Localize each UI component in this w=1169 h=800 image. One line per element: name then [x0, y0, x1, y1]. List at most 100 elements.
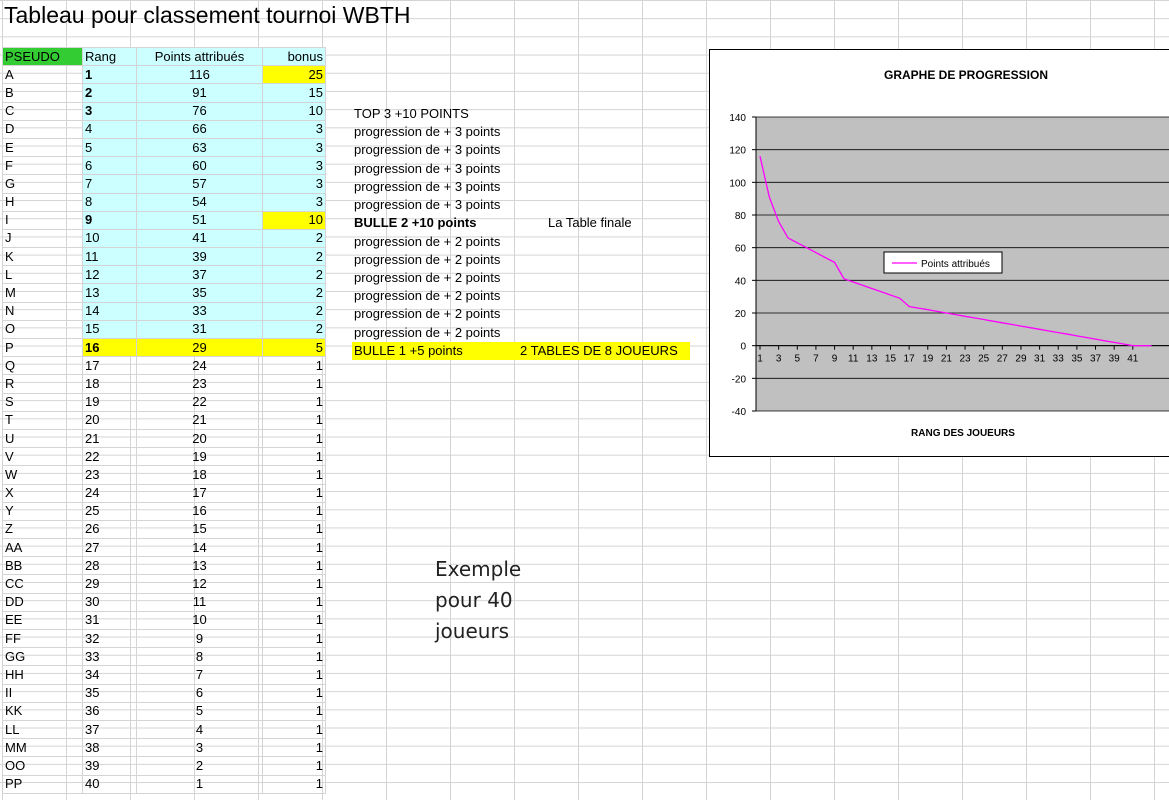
cell-points[interactable]: 8 [136, 647, 263, 667]
cell-points[interactable]: 2 [136, 756, 263, 776]
cell-pseudo[interactable]: Z [2, 519, 83, 540]
cell-bonus[interactable]: 10 [262, 210, 326, 230]
cell-bonus[interactable]: 1 [262, 738, 326, 758]
cell-pseudo[interactable]: G [2, 174, 83, 194]
cell-rang[interactable]: 18 [82, 374, 137, 394]
cell-pseudo[interactable]: T [2, 410, 83, 430]
cell-bonus[interactable]: 3 [262, 119, 326, 139]
cell-points[interactable]: 29 [136, 337, 263, 358]
cell-bonus[interactable]: 1 [262, 756, 326, 776]
cell-pseudo[interactable]: Q [2, 356, 83, 376]
cell-pseudo[interactable]: FF [2, 628, 83, 649]
cell-bonus[interactable]: 25 [262, 65, 326, 85]
cell-pseudo[interactable]: OO [2, 756, 83, 776]
cell-points[interactable]: 24 [136, 356, 263, 376]
note-table-finale[interactable]: La Table finale [548, 214, 632, 232]
cell-rang[interactable]: 12 [82, 265, 137, 285]
note-top3[interactable]: TOP 3 +10 POINTS [352, 105, 469, 123]
cell-pseudo[interactable]: L [2, 265, 83, 285]
header-pseudo[interactable]: PSEUDO [2, 46, 83, 67]
cell-rang[interactable]: 24 [82, 483, 137, 503]
note-progression-3[interactable]: progression de + 3 points [352, 196, 500, 214]
cell-bonus[interactable]: 2 [262, 247, 326, 267]
progression-chart[interactable]: GRAPHE DE PROGRESSION 140 120 100 80 60 40 20 0… [709, 49, 1169, 457]
cell-rang[interactable]: 27 [82, 538, 137, 558]
cell-pseudo[interactable]: A [2, 65, 83, 85]
cell-points[interactable]: 39 [136, 247, 263, 267]
cell-bonus[interactable]: 1 [262, 610, 326, 631]
cell-points[interactable]: 57 [136, 174, 263, 194]
cell-points[interactable]: 20 [136, 428, 263, 449]
note-bulle-2[interactable]: BULLE 2 +10 points [352, 214, 476, 232]
cell-pseudo[interactable]: Y [2, 501, 83, 521]
cell-rang[interactable]: 17 [82, 356, 137, 376]
note-progression-3[interactable]: progression de + 3 points [352, 141, 500, 159]
cell-points[interactable]: 19 [136, 447, 263, 467]
cell-rang[interactable]: 34 [82, 665, 137, 685]
cell-rang[interactable]: 33 [82, 647, 137, 667]
cell-pseudo[interactable]: I [2, 210, 83, 230]
cell-rang[interactable]: 7 [82, 174, 137, 194]
cell-points[interactable]: 3 [136, 738, 263, 758]
cell-bonus[interactable]: 10 [262, 101, 326, 121]
cell-rang[interactable]: 3 [82, 101, 137, 121]
cell-rang[interactable]: 36 [82, 701, 137, 721]
cell-points[interactable]: 1 [136, 774, 263, 794]
cell-bonus[interactable]: 1 [262, 410, 326, 430]
cell-points[interactable]: 4 [136, 719, 263, 740]
cell-bonus[interactable]: 2 [262, 319, 326, 340]
cell-points[interactable]: 6 [136, 683, 263, 703]
header-rang[interactable]: Rang [82, 46, 137, 67]
cell-rang[interactable]: 25 [82, 501, 137, 521]
cell-bonus[interactable]: 1 [262, 574, 326, 594]
cell-rang[interactable]: 4 [82, 119, 137, 139]
cell-points[interactable]: 76 [136, 101, 263, 121]
cell-points[interactable]: 60 [136, 156, 263, 176]
cell-points[interactable]: 33 [136, 301, 263, 321]
cell-pseudo[interactable]: KK [2, 701, 83, 721]
note-progression-2[interactable]: progression de + 2 points [352, 233, 500, 251]
cell-points[interactable]: 63 [136, 137, 263, 158]
cell-rang[interactable]: 37 [82, 719, 137, 740]
note-progression-3[interactable]: progression de + 3 points [352, 178, 500, 196]
note-progression-2[interactable]: progression de + 2 points [352, 251, 500, 269]
cell-points[interactable]: 16 [136, 501, 263, 521]
cell-rang[interactable]: 10 [82, 228, 137, 249]
cell-rang[interactable]: 30 [82, 592, 137, 612]
cell-bonus[interactable]: 1 [262, 501, 326, 521]
cell-pseudo[interactable]: EE [2, 610, 83, 631]
example-textbox[interactable]: Exemple pour 40 joueurs [435, 554, 521, 647]
cell-points[interactable]: 12 [136, 574, 263, 594]
cell-points[interactable]: 91 [136, 83, 263, 103]
cell-points[interactable]: 14 [136, 538, 263, 558]
cell-rang[interactable]: 20 [82, 410, 137, 430]
cell-points[interactable]: 9 [136, 628, 263, 649]
cell-pseudo[interactable]: E [2, 137, 83, 158]
note-progression-2[interactable]: progression de + 2 points [352, 269, 500, 287]
cell-pseudo[interactable]: GG [2, 647, 83, 667]
cell-pseudo[interactable]: AA [2, 538, 83, 558]
cell-pseudo[interactable]: F [2, 156, 83, 176]
cell-pseudo[interactable]: N [2, 301, 83, 321]
cell-bonus[interactable]: 1 [262, 774, 326, 794]
cell-pseudo[interactable]: PP [2, 774, 83, 794]
cell-rang[interactable]: 16 [82, 337, 137, 358]
cell-pseudo[interactable]: U [2, 428, 83, 449]
cell-points[interactable]: 41 [136, 228, 263, 249]
cell-bonus[interactable]: 1 [262, 356, 326, 376]
cell-pseudo[interactable]: P [2, 337, 83, 358]
cell-bonus[interactable]: 3 [262, 137, 326, 158]
cell-pseudo[interactable]: MM [2, 738, 83, 758]
note-progression-3[interactable]: progression de + 3 points [352, 123, 500, 141]
cell-points[interactable]: 66 [136, 119, 263, 139]
cell-bonus[interactable]: 1 [262, 665, 326, 685]
cell-pseudo[interactable]: X [2, 483, 83, 503]
cell-rang[interactable]: 22 [82, 447, 137, 467]
cell-pseudo[interactable]: J [2, 228, 83, 249]
cell-points[interactable]: 21 [136, 410, 263, 430]
cell-bonus[interactable]: 1 [262, 519, 326, 540]
cell-bonus[interactable]: 1 [262, 465, 326, 485]
cell-points[interactable]: 54 [136, 192, 263, 212]
cell-rang[interactable]: 21 [82, 428, 137, 449]
cell-pseudo[interactable]: B [2, 83, 83, 103]
